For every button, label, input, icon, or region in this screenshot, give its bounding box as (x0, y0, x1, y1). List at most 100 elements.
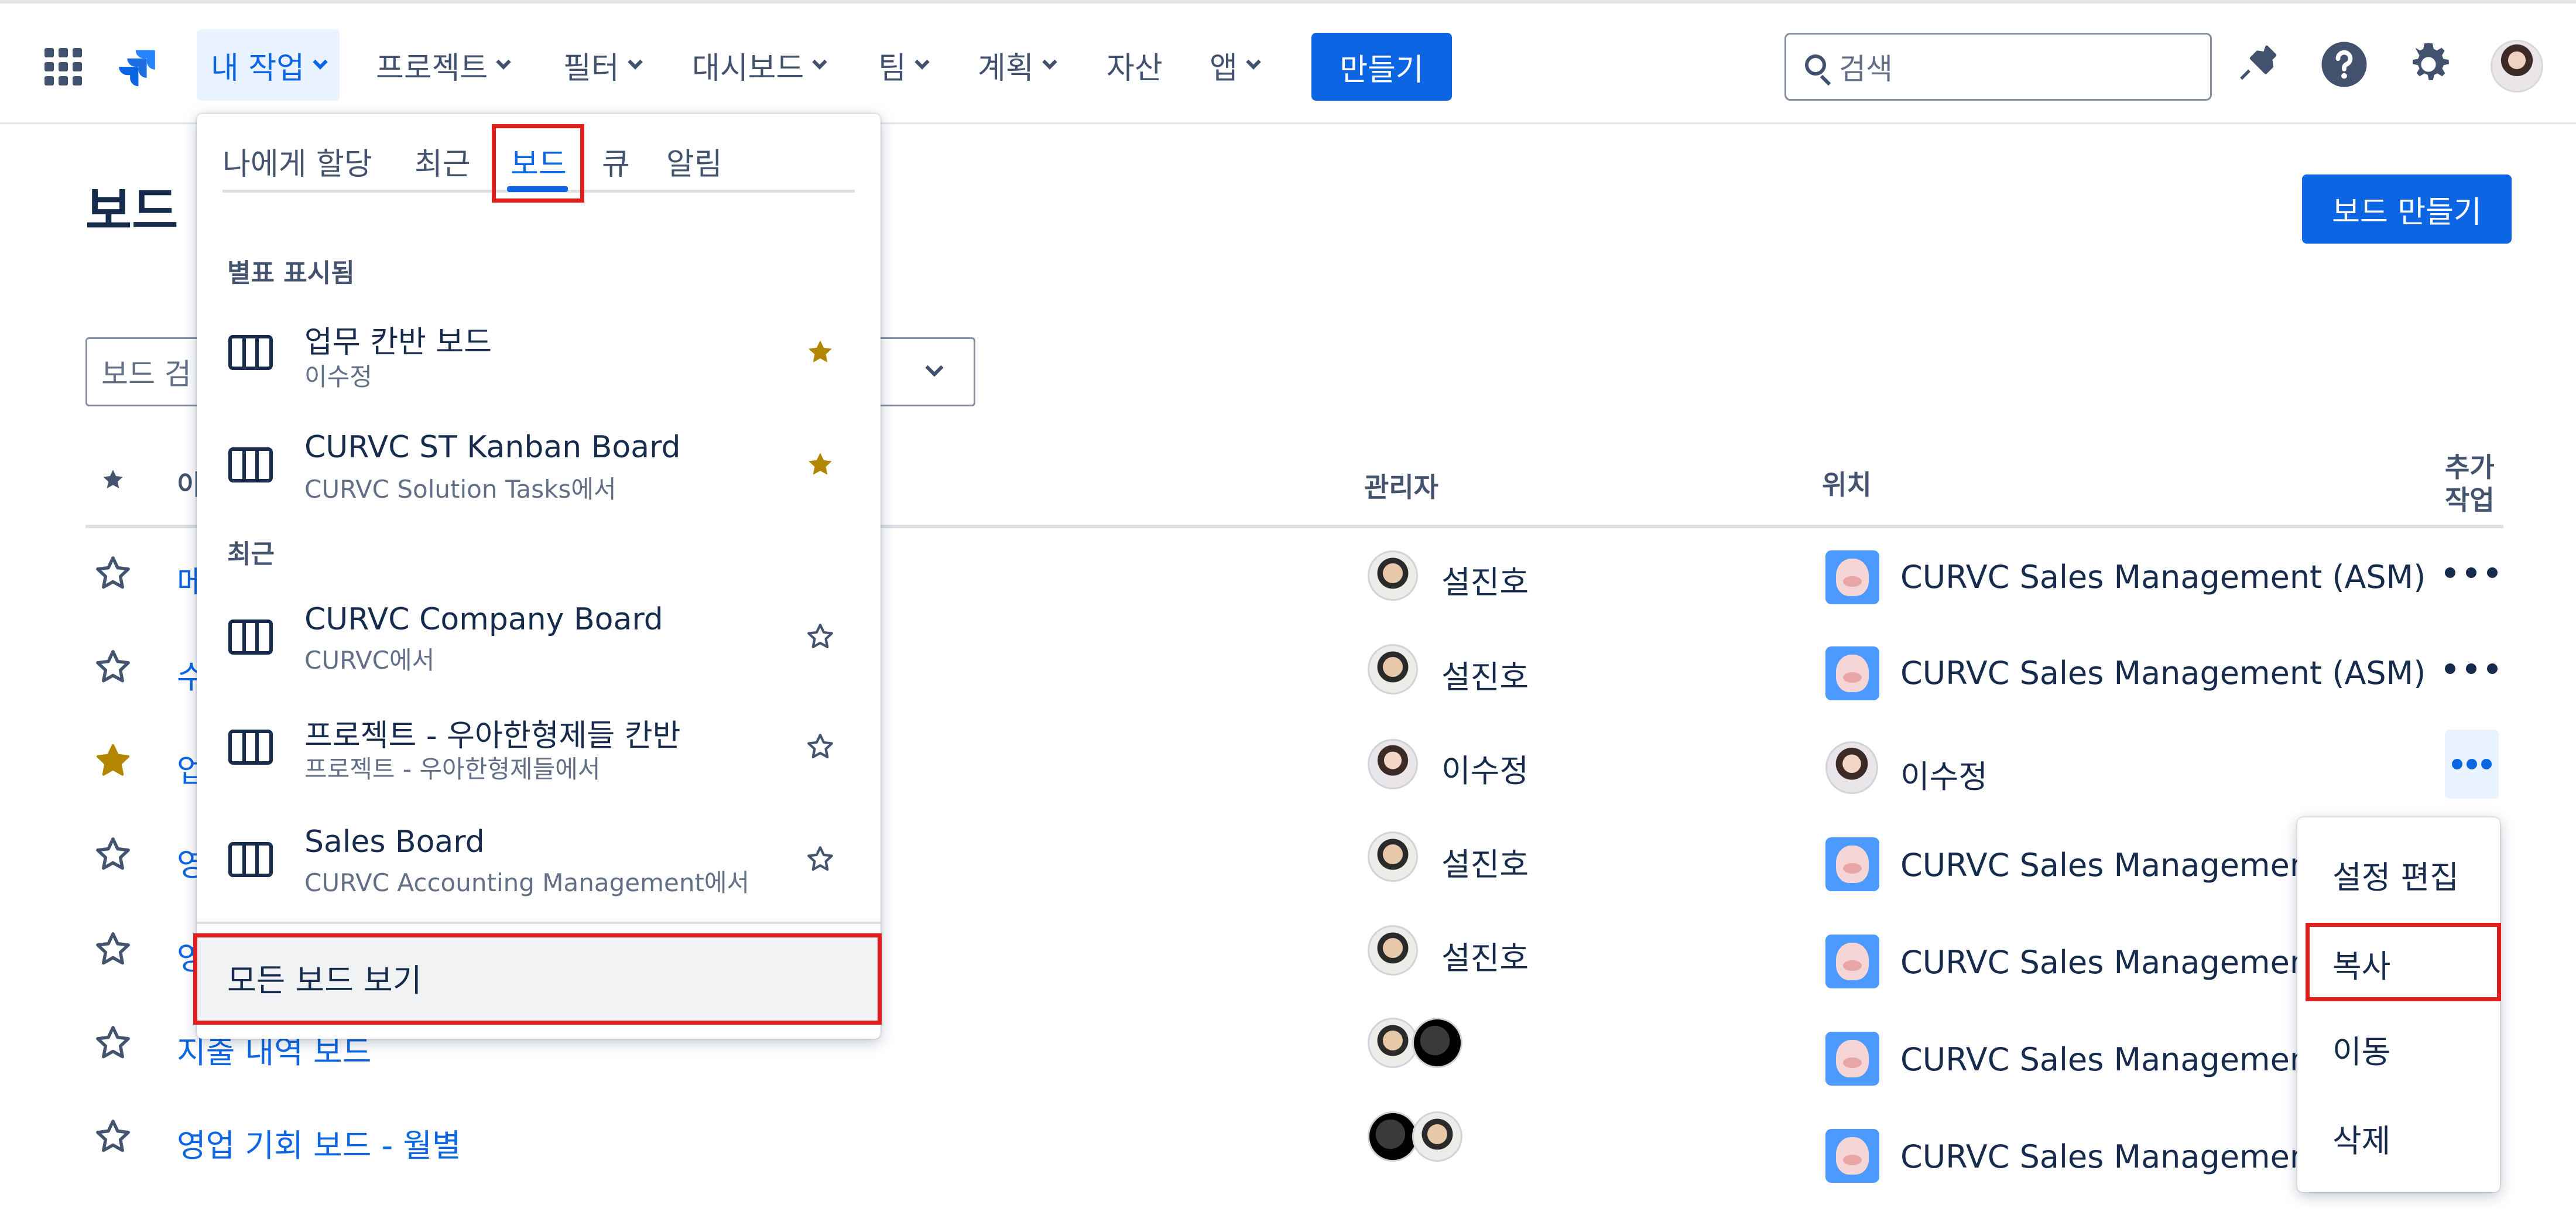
menu-item-title[interactable]: Sales Board (304, 824, 485, 860)
chevron-down-icon (812, 54, 828, 70)
page-title: 보드 (85, 182, 179, 241)
menu-item-title[interactable]: CURVC Company Board (304, 602, 663, 637)
location-link[interactable]: CURVC Sales Management (ASM) (1900, 559, 2426, 595)
chevron-down-icon (1042, 54, 1057, 70)
board-icon (228, 335, 273, 370)
global-search-input[interactable]: 검색 (1784, 33, 2212, 101)
menu-item-subtitle: CURVC Accounting Management에서 (304, 868, 750, 897)
highlight-view-all-boards (193, 933, 882, 1025)
search-icon (1805, 54, 1826, 76)
avatar (1368, 1018, 1418, 1068)
avatar (1368, 644, 1418, 694)
location-link[interactable]: CURVC Sales Management (A (1900, 847, 2366, 884)
tab-recent[interactable]: 최근 (415, 139, 471, 183)
nav-apps-label: 앱 (1210, 50, 1238, 86)
admin-name: 설진호 (1441, 940, 1529, 977)
nav-projects[interactable]: 프로젝트 (376, 29, 512, 101)
create-board-button[interactable]: 보드 만들기 (2302, 174, 2512, 244)
profile-avatar[interactable] (2491, 40, 2543, 93)
tab-queues[interactable]: 큐 (602, 139, 630, 183)
star-icon[interactable] (94, 1024, 132, 1062)
menu-item-subtitle: 이수정 (304, 362, 372, 391)
column-header-location[interactable]: 위치 (1822, 464, 1872, 502)
notifications-icon[interactable] (2233, 40, 2282, 89)
more-actions-icon[interactable] (2445, 657, 2498, 680)
app-switcher-icon[interactable] (44, 48, 82, 85)
avatar (1412, 1018, 1462, 1068)
help-icon[interactable] (2320, 40, 2369, 89)
star-icon[interactable] (94, 1117, 132, 1156)
menu-item-subtitle: CURVC에서 (304, 646, 435, 675)
star-icon[interactable] (94, 648, 132, 686)
admin-name: 설진호 (1441, 659, 1529, 696)
my-work-dropdown: 나에게 할당 최근 보드 큐 알림 별표 표시됨 업무 칸반 보드 이수정 CU… (197, 114, 881, 1039)
edit-settings-menu-item[interactable]: 설정 편집 (2332, 851, 2459, 898)
top-navigation: 내 작업 프로젝트 필터 대시보드 팀 계획 자산 앱 만들기 검색 (0, 0, 2576, 124)
star-icon[interactable] (806, 844, 835, 874)
location-link[interactable]: CURVC Sales Management (A (1900, 944, 2366, 981)
nav-plans-label: 계획 (978, 50, 1034, 86)
nav-apps[interactable]: 앱 (1210, 29, 1261, 101)
highlight-copy (2306, 923, 2501, 1001)
menu-item-title[interactable]: CURVC ST Kanban Board (304, 430, 681, 465)
star-column-icon (103, 470, 123, 489)
board-icon (228, 620, 273, 655)
menu-item-title[interactable]: 업무 칸반 보드 (304, 317, 492, 361)
nav-dashboards-label: 대시보드 (692, 50, 804, 86)
chevron-down-icon (1246, 54, 1261, 70)
column-header-more-2: 작업 (2445, 484, 2495, 516)
nav-my-work[interactable]: 내 작업 (197, 29, 340, 101)
menu-item-subtitle: CURVC Solution Tasks에서 (304, 475, 616, 504)
project-avatar-icon (1825, 550, 1879, 604)
delete-menu-item[interactable]: 삭제 (2332, 1115, 2390, 1161)
nav-dashboards[interactable]: 대시보드 (692, 29, 828, 101)
board-name-link[interactable]: 영업 기회 보드 - 월별 (177, 1120, 461, 1166)
nav-teams[interactable]: 팀 (878, 29, 930, 101)
project-avatar-icon (1825, 837, 1879, 891)
star-icon[interactable] (806, 622, 835, 651)
chevron-down-icon[interactable] (925, 358, 944, 377)
chevron-down-icon (313, 54, 328, 70)
admin-name: 설진호 (1441, 846, 1529, 883)
create-button[interactable]: 만들기 (1311, 33, 1452, 101)
nav-my-work-label: 내 작업 (211, 50, 305, 86)
settings-gear-icon[interactable] (2404, 40, 2453, 89)
move-menu-item[interactable]: 이동 (2332, 1026, 2390, 1072)
avatar (1368, 739, 1418, 789)
jira-logo-icon[interactable] (115, 45, 159, 89)
location-link[interactable]: 이수정 (1900, 751, 1988, 797)
nav-teams-label: 팀 (878, 50, 906, 86)
menu-divider (197, 922, 881, 924)
board-icon (228, 447, 273, 482)
nav-plans[interactable]: 계획 (978, 29, 1057, 101)
more-actions-icon[interactable] (2445, 561, 2498, 584)
admin-name: 설진호 (1441, 564, 1529, 601)
chevron-down-icon (627, 54, 643, 70)
chevron-down-icon (496, 54, 512, 70)
star-filled-icon[interactable] (94, 741, 132, 780)
search-placeholder: 검색 (1839, 52, 1893, 86)
column-header-admin[interactable]: 관리자 (1364, 466, 1438, 505)
star-icon[interactable] (94, 930, 132, 968)
nav-filters-label: 필터 (563, 50, 619, 86)
star-filled-icon[interactable] (806, 337, 835, 367)
star-icon[interactable] (806, 732, 835, 761)
nav-filters[interactable]: 필터 (563, 29, 643, 101)
more-actions-icon[interactable] (2445, 730, 2499, 799)
star-icon[interactable] (94, 835, 132, 874)
recent-heading: 최근 (227, 539, 275, 569)
nav-assets[interactable]: 자산 (1107, 29, 1163, 101)
nav-assets-label: 자산 (1107, 50, 1163, 86)
menu-item-title[interactable]: 프로젝트 - 우아한형제들 칸반 (304, 711, 680, 755)
avatar (1368, 1111, 1418, 1162)
chevron-down-icon (914, 54, 930, 70)
tab-assigned-to-me[interactable]: 나에게 할당 (222, 139, 372, 183)
location-link[interactable]: CURVC Sales Management (A (1900, 1138, 2366, 1175)
location-link[interactable]: CURVC Sales Management (ASM) (1900, 655, 2426, 692)
highlight-boards-tab (492, 124, 584, 203)
star-filled-icon[interactable] (806, 450, 835, 479)
location-link[interactable]: CURVC Sales Management (A (1900, 1041, 2366, 1078)
tab-notifications[interactable]: 알림 (666, 139, 722, 183)
board-icon (228, 730, 273, 765)
star-icon[interactable] (94, 554, 132, 593)
